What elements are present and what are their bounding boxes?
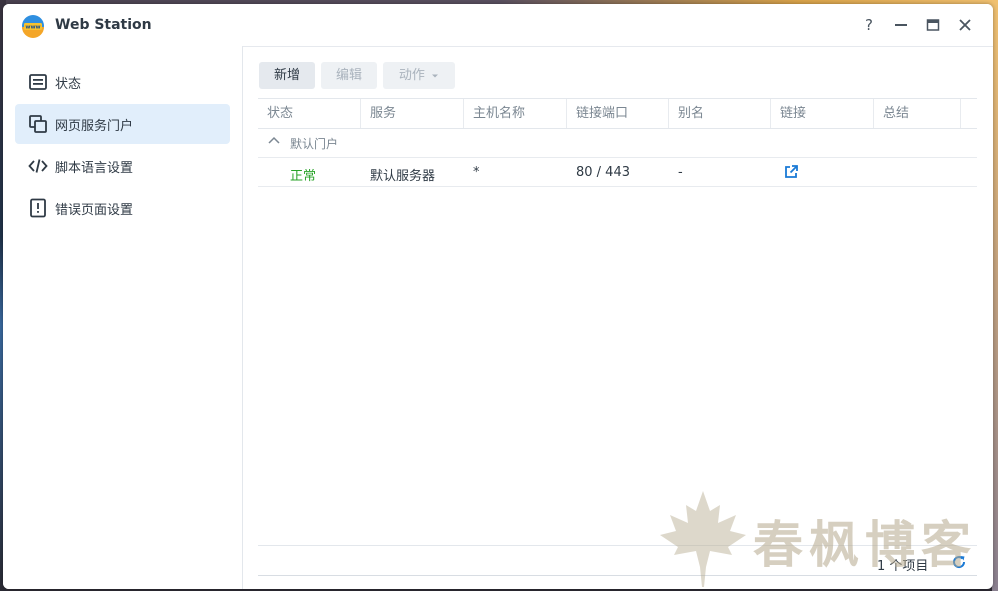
column-header-service[interactable]: 服务 — [361, 99, 464, 128]
code-icon — [28, 159, 48, 173]
column-header-status[interactable]: 状态 — [258, 99, 361, 128]
maximize-icon — [926, 19, 940, 31]
caret-down-icon — [432, 74, 439, 77]
footer-divider — [258, 545, 977, 546]
close-icon — [959, 19, 971, 31]
chevron-up-icon[interactable] — [267, 134, 281, 148]
sidebar-item-status[interactable]: 状态 — [15, 62, 230, 102]
error-page-icon — [30, 198, 46, 218]
sidebar-item-error-page[interactable]: 错误页面设置 — [15, 188, 230, 228]
external-link-icon[interactable] — [783, 164, 799, 180]
port-cell: 80 / 443 — [576, 165, 630, 180]
sidebar-item-label: 错误页面设置 — [55, 203, 134, 218]
sidebar-item-script-language[interactable]: 脚本语言设置 — [15, 146, 230, 186]
grid-header: 状态 服务 主机名称 链接端口 别名 链接 总结 — [258, 98, 977, 129]
web-portal-icon — [29, 115, 47, 133]
group-row-default-portal[interactable]: 默认门户 — [258, 128, 977, 158]
sidebar: 状态 网页服务门户 脚本语言设置 错误页面设置 — [3, 46, 243, 589]
bottom-divider — [258, 575, 977, 576]
column-header-alias[interactable]: 别名 — [669, 99, 771, 128]
action-dropdown-button[interactable]: 动作 — [383, 62, 455, 89]
minimize-icon — [895, 24, 907, 26]
add-button[interactable]: 新增 — [259, 62, 315, 89]
alias-cell: - — [678, 165, 683, 180]
web-station-app-icon: www — [22, 15, 44, 38]
table-row[interactable]: 正常 默认服务器 * 80 / 443 - — [258, 158, 977, 187]
column-header-summary[interactable]: 总结 — [874, 99, 961, 128]
item-count: 1 个项目 — [877, 559, 929, 574]
sidebar-item-label: 状态 — [55, 77, 82, 92]
sidebar-item-label: 脚本语言设置 — [55, 161, 134, 176]
web-station-window: www Web Station ? 状态 网页服务门户 脚本语言设置 错误页面设… — [3, 4, 993, 589]
title-bar[interactable]: www Web Station ? — [3, 4, 993, 47]
group-label: 默认门户 — [290, 137, 339, 151]
close-button[interactable] — [955, 15, 975, 35]
column-header-port[interactable]: 链接端口 — [567, 99, 669, 128]
help-button[interactable]: ? — [859, 15, 879, 35]
action-button-label: 动作 — [398, 68, 425, 83]
column-header-hostname[interactable]: 主机名称 — [464, 99, 567, 128]
sidebar-item-label: 网页服务门户 — [55, 119, 134, 134]
maximize-button[interactable] — [923, 15, 943, 35]
column-header-link[interactable]: 链接 — [771, 99, 874, 128]
status-cell: 正常 — [290, 169, 317, 184]
status-list-icon — [29, 74, 47, 90]
refresh-icon[interactable] — [951, 554, 967, 570]
main-panel: 新增 编辑 动作 状态 服务 主机名称 链接端口 别名 链接 总结 默认门户 正… — [243, 46, 993, 589]
hostname-cell: * — [473, 165, 480, 180]
window-title: Web Station — [55, 17, 152, 33]
service-cell: 默认服务器 — [370, 169, 436, 184]
svg-text:www: www — [25, 25, 40, 31]
edit-button[interactable]: 编辑 — [321, 62, 377, 89]
minimize-button[interactable] — [891, 15, 911, 35]
sidebar-item-web-portal[interactable]: 网页服务门户 — [15, 104, 230, 144]
